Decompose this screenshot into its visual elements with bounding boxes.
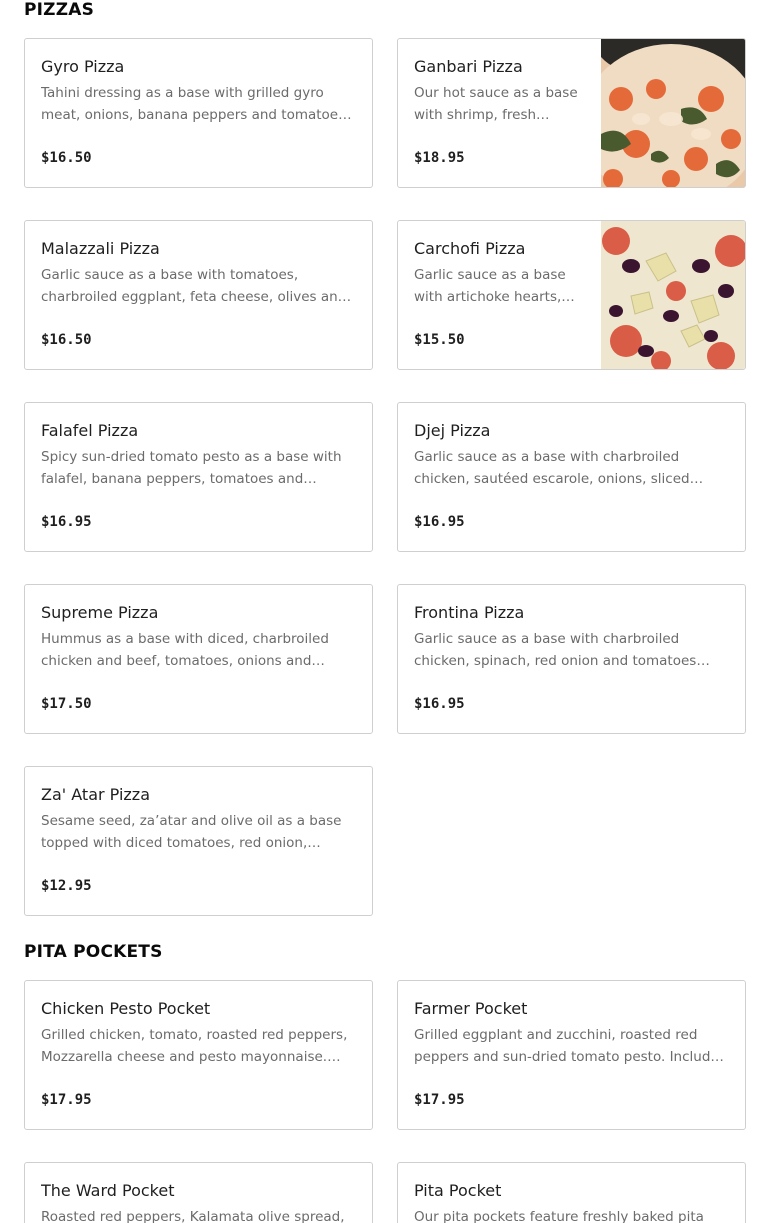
item-price: $17.95 — [41, 1092, 92, 1108]
item-price: $16.95 — [41, 514, 92, 530]
item-name: Frontina Pizza — [414, 603, 525, 622]
menu-item-card[interactable]: Carchofi Pizza Garlic sauce as a base wi… — [397, 220, 746, 370]
menu-item-card[interactable]: Gyro Pizza Tahini dressing as a base wit… — [24, 38, 373, 188]
item-description: Garlic sauce as a base with tomatoes, ch… — [41, 267, 347, 305]
menu-item-card[interactable]: Za' Atar Pizza Sesame seed, za’atar and … — [24, 766, 373, 916]
item-price: $16.50 — [41, 150, 92, 166]
item-description: Garlic sauce as a base with charbroiled … — [414, 631, 697, 669]
item-price: $16.95 — [414, 514, 465, 530]
menu-item-card[interactable]: Frontina Pizza Garlic sauce as a base wi… — [397, 584, 746, 734]
menu-item-card[interactable]: The Ward Pocket Roasted red peppers, Kal… — [24, 1162, 373, 1223]
item-name: Ganbari Pizza — [414, 57, 523, 76]
item-name: Pita Pocket — [414, 1181, 502, 1200]
menu-item-card[interactable]: Chicken Pesto Pocket Grilled chicken, to… — [24, 980, 373, 1130]
item-name: Za' Atar Pizza — [41, 785, 150, 804]
section-title-pizzas: PIZZAS — [24, 0, 95, 20]
item-name: Chicken Pesto Pocket — [41, 999, 211, 1018]
item-price: $12.95 — [41, 878, 92, 894]
item-description: Garlic sauce as a base with charbroiled … — [414, 449, 690, 487]
item-name: Falafel Pizza — [41, 421, 139, 440]
item-name: Carchofi Pizza — [414, 239, 526, 258]
menu-item-card[interactable]: Farmer Pocket Grilled eggplant and zucch… — [397, 980, 746, 1130]
item-photo — [601, 39, 745, 187]
menu-item-card[interactable]: Ganbari Pizza Our hot sauce as a base wi… — [397, 38, 746, 188]
item-name: Malazzali Pizza — [41, 239, 160, 258]
item-name: Supreme Pizza — [41, 603, 159, 622]
item-description: Roasted red peppers, Kalamata olive spre… — [41, 1209, 345, 1223]
item-description: Spicy sun-dried tomato pesto as a base w… — [41, 449, 342, 487]
item-name: The Ward Pocket — [41, 1181, 175, 1200]
item-description: Tahini dressing as a base with grilled g… — [41, 85, 350, 123]
item-price: $15.50 — [414, 332, 465, 348]
item-description: Hummus as a base with diced, charbroiled… — [41, 631, 329, 669]
section-title-pita-pockets: PITA POCKETS — [24, 942, 163, 962]
item-photo — [601, 221, 745, 369]
menu-item-card[interactable]: Supreme Pizza Hummus as a base with dice… — [24, 584, 373, 734]
item-name: Djej Pizza — [414, 421, 491, 440]
menu-item-card[interactable]: Pita Pocket Our pita pockets feature fre… — [397, 1162, 746, 1223]
menu-item-card[interactable]: Falafel Pizza Spicy sun-dried tomato pes… — [24, 402, 373, 552]
item-price: $18.95 — [414, 150, 465, 166]
item-description: Garlic sauce as a base with artichoke he… — [414, 267, 566, 305]
item-price: $17.50 — [41, 696, 92, 712]
item-name: Gyro Pizza — [41, 57, 125, 76]
menu-item-card[interactable]: Djej Pizza Garlic sauce as a base with c… — [397, 402, 746, 552]
item-description: Our pita pockets feature freshly baked p… — [414, 1209, 704, 1223]
item-price: $17.95 — [414, 1092, 465, 1108]
item-description: Grilled eggplant and zucchini, roasted r… — [414, 1027, 726, 1065]
item-description: Sesame seed, za’atar and olive oil as a … — [41, 813, 342, 851]
item-description: Our hot sauce as a base with shrimp, fre… — [414, 85, 578, 123]
menu-item-card[interactable]: Malazzali Pizza Garlic sauce as a base w… — [24, 220, 373, 370]
item-price: $16.95 — [414, 696, 465, 712]
item-name: Farmer Pocket — [414, 999, 528, 1018]
item-price: $16.50 — [41, 332, 92, 348]
item-description: Grilled chicken, tomato, roasted red pep… — [41, 1027, 348, 1065]
